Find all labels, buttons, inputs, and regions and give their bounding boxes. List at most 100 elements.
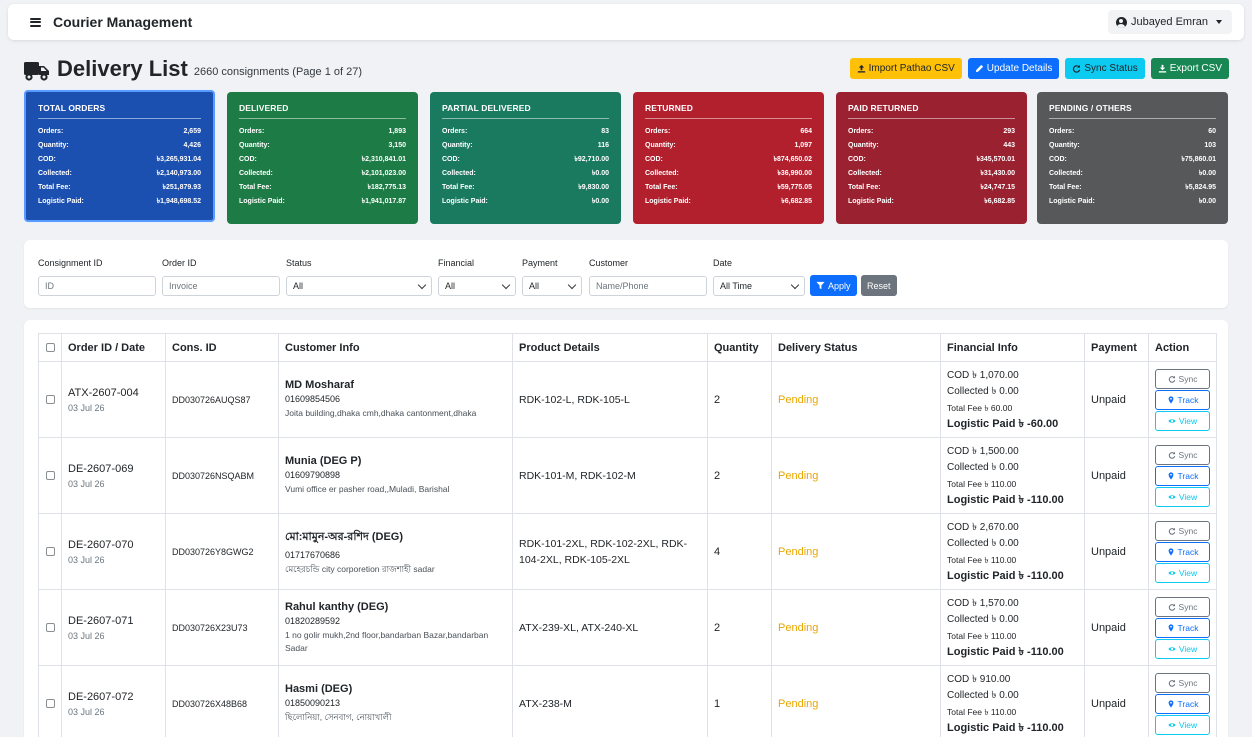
chevron-down-icon (417, 280, 427, 289)
card-row: Quantity: 103 (1049, 139, 1216, 153)
action-cell: Sync Track View (1148, 589, 1217, 666)
row-select-cell (38, 589, 62, 666)
quantity: 2 (714, 621, 721, 634)
product-cell: RDK-101-2XL, RDK-102-2XL, RDK-104-2XL, R… (512, 513, 708, 590)
update-label: Update Details (986, 63, 1053, 74)
customer-phone: 01850090213 (285, 698, 341, 708)
sync-status-button[interactable]: Sync Status (1065, 58, 1145, 79)
product-details: RDK-102-L, RDK-105-L (519, 393, 630, 406)
card-pending-others[interactable]: PENDING / OTHERS Orders: 60 Quantity: 10… (1037, 92, 1228, 224)
row-checkbox[interactable] (45, 547, 55, 556)
card-row: Logistic Paid: ৳6,682.85 (848, 195, 1015, 209)
payment-cell: Unpaid (1084, 437, 1149, 514)
card-row-label: Logistic Paid: (442, 198, 488, 205)
update-details-button[interactable]: Update Details (967, 58, 1060, 79)
consignment-id-input[interactable]: ID (38, 276, 156, 296)
brand-title[interactable]: Courier Management (53, 14, 192, 30)
date-select[interactable]: All Time (713, 276, 805, 296)
track-button[interactable]: Track (1155, 693, 1210, 714)
import-pathao-csv-button[interactable]: Import Pathao CSV (849, 58, 962, 79)
card-row-value: ৳0.00 (1198, 170, 1216, 177)
card-row-value: ৳36,990.00 (777, 170, 812, 177)
customer-input[interactable]: Name/Phone (589, 276, 707, 296)
card-title: PAID RETURNED (848, 103, 1015, 119)
customer-phone: 01717670686 (285, 549, 341, 560)
financial-select[interactable]: All (438, 276, 516, 296)
card-paid-returned[interactable]: PAID RETURNED Orders: 293 Quantity: 443 … (836, 92, 1027, 224)
status-cell: Pending (771, 361, 941, 438)
sync-button[interactable]: Sync (1155, 444, 1210, 465)
card-row: Collected: ৳2,140,973.00 (38, 167, 201, 181)
customer-label: Customer (589, 258, 629, 268)
page-title: Delivery List (57, 56, 188, 81)
view-label: View (1178, 719, 1198, 730)
view-button[interactable]: View (1155, 638, 1210, 659)
sync-button[interactable]: Sync (1155, 596, 1210, 617)
chevron-down-icon (790, 280, 800, 289)
table-row: DE-2607-071 03 Jul 26 DD030726X23U73 Rahu… (38, 589, 1217, 666)
card-row-label: Total Fee: (645, 184, 678, 191)
track-button[interactable]: Track (1155, 617, 1210, 638)
order-id-input[interactable]: Invoice (162, 276, 280, 296)
card-row-value: 60 (1208, 128, 1216, 135)
card-row: Orders: 293 (848, 125, 1015, 139)
refresh-icon (1073, 64, 1081, 73)
card-row-value: 664 (800, 128, 812, 135)
card-row: Quantity: 1,097 (645, 139, 812, 153)
order-id: ATX-2607-004 (68, 386, 139, 399)
view-button[interactable]: View (1155, 410, 1210, 431)
status-select[interactable]: All (286, 276, 432, 296)
payment-select[interactable]: All (522, 276, 582, 296)
quantity-cell: 1 (707, 665, 772, 737)
view-button[interactable]: View (1155, 714, 1210, 735)
order-date: 03 Jul 26 (68, 630, 105, 641)
track-button[interactable]: Track (1155, 389, 1210, 410)
card-row: Logistic Paid: ৳0.00 (442, 195, 609, 209)
card-row-value: 443 (1003, 142, 1015, 149)
table-body: ATX-2607-004 03 Jul 26 DD030726AUQS87 MD … (38, 361, 1217, 737)
customer-address: ছিলোনিয়া, সেনবাগ, নোয়াখালী (285, 712, 392, 722)
card-partial-delivered[interactable]: PARTIAL DELIVERED Orders: 83 Quantity: 1… (430, 92, 621, 224)
export-csv-button[interactable]: Export CSV (1150, 58, 1229, 79)
card-row-label: Collected: (1049, 170, 1083, 177)
card-row-value: ৳0.00 (591, 198, 609, 205)
row-checkbox[interactable] (45, 623, 55, 632)
card-row: Total Fee: ৳59,775.05 (645, 181, 812, 195)
row-checkbox[interactable] (45, 471, 55, 480)
card-returned[interactable]: RETURNED Orders: 664 Quantity: 1,097 COD… (633, 92, 824, 224)
apply-button[interactable]: Apply (810, 275, 857, 296)
customer-phone: 01820289592 (285, 615, 341, 626)
row-checkbox[interactable] (45, 395, 55, 404)
card-total-orders[interactable]: TOTAL ORDERS Orders: 2,659 Quantity: 4,4… (24, 90, 215, 222)
logistic-paid: Logistic Paid ৳ -60.00 (947, 417, 1059, 430)
select-all-checkbox[interactable] (45, 343, 55, 352)
sync-button[interactable]: Sync (1155, 368, 1210, 389)
order-id: DE-2607-069 (68, 462, 134, 475)
card-row: Collected: ৳0.00 (442, 167, 609, 181)
card-delivered[interactable]: DELIVERED Orders: 1,893 Quantity: 3,150 … (227, 92, 418, 224)
card-row: Collected: ৳0.00 (1049, 167, 1216, 181)
card-row-value: ৳59,775.05 (777, 184, 812, 191)
customer-cell: Rahul kanthy (DEG) 01820289592 1 no golir … (278, 589, 513, 666)
col-order-id: Order ID / Date (61, 333, 166, 362)
card-row: Total Fee: ৳9,830.00 (442, 181, 609, 195)
track-button[interactable]: Track (1155, 541, 1210, 562)
sync-label: Sync (1178, 373, 1198, 384)
row-checkbox[interactable] (45, 699, 55, 708)
user-menu-button[interactable]: Jubayed Emran (1107, 10, 1232, 34)
col-payment: Payment (1084, 333, 1149, 362)
reset-button[interactable]: Reset (861, 275, 897, 296)
sync-label: Sync (1178, 449, 1198, 460)
status-cell: Pending (771, 437, 941, 514)
menu-icon[interactable] (30, 17, 41, 27)
view-button[interactable]: View (1155, 486, 1210, 507)
sync-button[interactable]: Sync (1155, 520, 1210, 541)
collected-amount: Collected ৳ 0.00 (947, 689, 1019, 701)
card-row-label: Collected: (848, 170, 882, 177)
view-button[interactable]: View (1155, 562, 1210, 583)
track-button[interactable]: Track (1155, 465, 1210, 486)
customer-cell: মো:মামুন-অর-রশিদ (DEG) 01717670686 মেহেরচন… (278, 513, 513, 590)
financial-value: All (445, 281, 456, 291)
logistic-paid: Logistic Paid ৳ -110.00 (947, 645, 1064, 658)
sync-button[interactable]: Sync (1155, 672, 1210, 693)
